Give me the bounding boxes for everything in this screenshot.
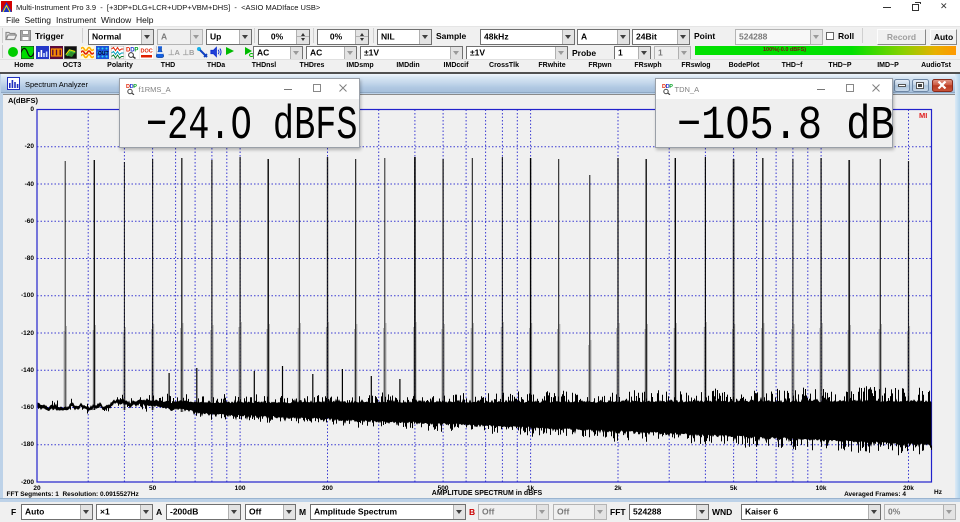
svg-text:P: P [133, 84, 137, 90]
svg-text:P: P [669, 84, 673, 90]
